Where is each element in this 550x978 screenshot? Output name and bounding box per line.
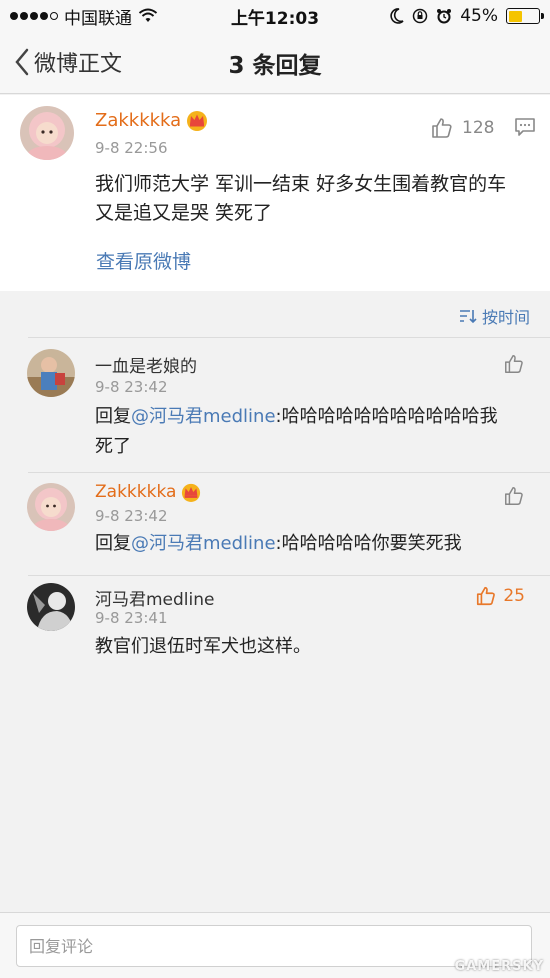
avatar[interactable] [20, 106, 74, 160]
watermark: GAMERSKY [454, 959, 544, 974]
nav-bar: 微博正文 3 条回复 [0, 32, 550, 94]
divider [28, 472, 550, 473]
avatar[interactable] [27, 349, 75, 397]
back-label: 微博正文 [34, 52, 123, 77]
avatar[interactable] [27, 583, 75, 631]
mention-link[interactable]: @河马君medline [131, 406, 276, 427]
divider [28, 575, 550, 576]
reply-like-button[interactable] [503, 353, 525, 375]
orientation-lock-icon [412, 8, 428, 24]
username-label: Zakkkkka [95, 482, 177, 502]
reply-time: 9-8 23:41 [95, 609, 168, 627]
reply-text: 回复@河马君medline:哈哈哈哈哈你要笑死我 [95, 529, 515, 559]
status-left: 中国联通 [10, 4, 158, 29]
thumbs-up-icon [505, 487, 523, 505]
post-username[interactable]: Zakkkkka [95, 109, 209, 131]
reply-body: :哈哈哈哈哈你要笑死我 [275, 533, 462, 554]
reply-time: 9-8 23:42 [95, 378, 168, 396]
battery-fill [508, 10, 522, 22]
reply-like-count: 25 [503, 586, 525, 606]
post-text: 我们师范大学 军训一结束 好多女生围着教官的车又是追又是哭 笑死了 [95, 173, 507, 224]
comment-icon [515, 118, 535, 136]
avatar[interactable] [27, 483, 75, 531]
thumbs-up-icon [505, 355, 523, 373]
sort-by-time-button[interactable]: 按时间 [459, 304, 530, 328]
post-time: 9-8 22:56 [95, 139, 168, 157]
sort-bar: 按时间 [0, 291, 550, 335]
reply-prefix: 回复 [95, 533, 131, 554]
thumbs-up-icon [477, 586, 496, 606]
username-label: Zakkkkka [95, 109, 182, 131]
battery-icon [506, 8, 544, 24]
carrier-label: 中国联通 [64, 8, 132, 29]
battery-percent: 45% [460, 6, 498, 26]
reply-prefix: 回复 [95, 406, 131, 427]
sort-label: 按时间 [481, 308, 530, 327]
list-item: 河马君medline 9-8 23:41 25 教官们退伍时军犬也这样。 [0, 572, 550, 691]
reply-bar: GAMERSKY [0, 912, 550, 978]
moon-icon [390, 8, 404, 24]
view-original-link[interactable]: 查看原微博 [96, 247, 191, 274]
thumbs-up-icon [432, 118, 452, 138]
reply-username[interactable]: Zakkkkka [95, 482, 202, 502]
vip-crown-icon [182, 483, 201, 502]
reply-text: 教官们退伍时军犬也这样。 [95, 636, 311, 657]
like-count: 128 [462, 118, 495, 138]
back-button[interactable]: 微博正文 [14, 46, 122, 78]
list-item: Zakkkkka 9-8 23:42 回复@河马君medline:哈哈哈哈哈你要… [0, 472, 550, 575]
reply-username[interactable]: 一血是老娘的 [95, 352, 197, 377]
reply-username[interactable]: 河马君medline [95, 585, 215, 610]
reply-list: 一血是老娘的 9-8 23:42 回复@河马君medline:哈哈哈哈哈哈哈哈哈… [0, 335, 550, 691]
mention-link[interactable]: @河马君medline [131, 533, 276, 554]
chevron-left-icon [15, 48, 29, 76]
comment-button[interactable] [514, 117, 536, 141]
status-right: 45% [390, 6, 544, 26]
reply-like-button[interactable]: 25 [475, 585, 525, 607]
reply-time: 9-8 23:42 [95, 507, 168, 525]
list-item: 一血是老娘的 9-8 23:42 回复@河马君medline:哈哈哈哈哈哈哈哈哈… [0, 335, 550, 467]
reply-text: 回复@河马君medline:哈哈哈哈哈哈哈哈哈哈哈我死了 [95, 402, 515, 462]
divider [28, 337, 550, 338]
sort-icon [459, 310, 477, 324]
signal-strength-icon [10, 12, 58, 20]
like-button[interactable]: 128 [430, 116, 494, 140]
vip-crown-icon [187, 111, 208, 131]
status-bar: 中国联通 上午12:03 45% [0, 0, 550, 32]
reply-like-button[interactable] [503, 485, 525, 507]
wifi-icon [138, 8, 158, 22]
alarm-icon [437, 9, 452, 24]
